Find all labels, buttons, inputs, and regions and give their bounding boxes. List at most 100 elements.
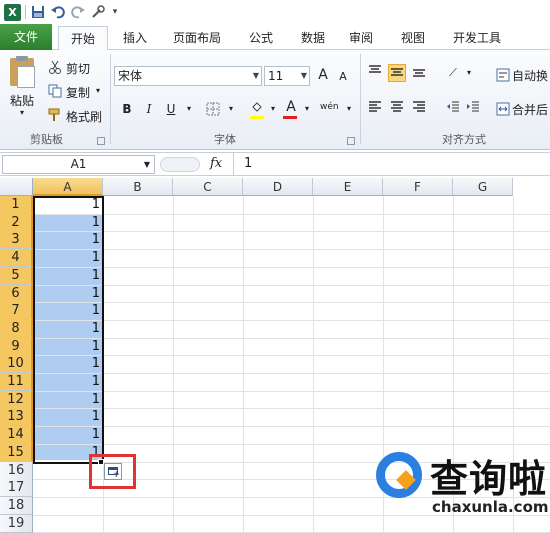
column-header-a[interactable]: A	[33, 178, 103, 196]
row-header-14[interactable]: 14	[0, 426, 33, 444]
row-header-15[interactable]: 15	[0, 444, 33, 462]
font-size-combo[interactable]: 11 ▼	[264, 66, 310, 86]
tab-view[interactable]: 视图	[390, 26, 436, 50]
row-gridline	[33, 214, 550, 215]
font-name-combo[interactable]: 宋体 ▼	[114, 66, 262, 86]
select-all-corner[interactable]	[0, 178, 33, 196]
divider	[233, 153, 234, 176]
row-header-13[interactable]: 13	[0, 408, 33, 426]
paste-icon[interactable]	[8, 56, 38, 88]
paste-button[interactable]: 粘贴	[10, 92, 34, 109]
tab-formulas[interactable]: 公式	[238, 26, 284, 50]
column-header-b[interactable]: B	[103, 178, 173, 196]
align-bottom-icon[interactable]	[410, 64, 428, 82]
merge-center-button[interactable]: 合并后	[512, 101, 548, 118]
tab-home[interactable]: 开始	[58, 26, 108, 51]
tab-developer[interactable]: 开发工具	[446, 26, 508, 50]
row-header-7[interactable]: 7	[0, 302, 33, 320]
name-box[interactable]: A1 ▼	[2, 155, 155, 174]
cut-icon[interactable]	[48, 60, 62, 74]
tab-data[interactable]: 数据	[290, 26, 336, 50]
tab-file[interactable]: 文件	[0, 24, 52, 50]
format-painter-button[interactable]: 格式刷	[66, 108, 102, 125]
phonetic-dropdown-icon[interactable]: ▾	[340, 100, 358, 118]
row-gridline	[33, 320, 550, 321]
row-gridline	[33, 355, 550, 356]
format-painter-icon[interactable]	[48, 108, 62, 122]
row-header-1[interactable]: 1	[0, 196, 33, 214]
row-header-17[interactable]: 17	[0, 479, 33, 497]
row-header-12[interactable]: 12	[0, 391, 33, 409]
font-name-value: 宋体	[118, 69, 143, 83]
row-gridline	[33, 249, 550, 250]
orientation-dropdown-icon[interactable]: ▾	[460, 64, 478, 82]
row-header-3[interactable]: 3	[0, 231, 33, 249]
auto-fill-options-icon[interactable]: +	[104, 463, 122, 480]
align-middle-icon[interactable]	[388, 64, 406, 82]
row-header-8[interactable]: 8	[0, 320, 33, 338]
paste-dropdown-icon[interactable]: ▾	[20, 108, 24, 117]
align-top-icon[interactable]	[366, 64, 384, 82]
formula-bar-expander[interactable]	[160, 157, 200, 172]
row-header-6[interactable]: 6	[0, 285, 33, 303]
underline-button[interactable]: U	[162, 100, 180, 118]
fill-color-icon[interactable]	[250, 100, 264, 114]
shrink-font-button[interactable]: A	[334, 68, 352, 86]
redo-icon[interactable]	[70, 4, 86, 20]
group-separator	[110, 54, 111, 144]
tab-page-layout[interactable]: 页面布局	[164, 26, 230, 50]
row-gridline	[33, 373, 550, 374]
chevron-down-icon[interactable]: ▼	[301, 67, 307, 85]
merge-center-icon[interactable]	[496, 102, 510, 116]
row-header-18[interactable]: 18	[0, 497, 33, 515]
border-icon[interactable]	[206, 102, 220, 116]
save-icon[interactable]	[30, 4, 46, 20]
undo-icon[interactable]	[50, 4, 66, 20]
excel-logo-icon[interactable]: X	[4, 3, 21, 21]
font-launcher-icon[interactable]	[347, 137, 355, 145]
tab-review[interactable]: 审阅	[338, 26, 384, 50]
grow-font-button[interactable]: A	[314, 66, 332, 84]
underline-dropdown-icon[interactable]: ▾	[180, 100, 198, 118]
row-header-10[interactable]: 10	[0, 355, 33, 373]
decrease-indent-icon[interactable]	[444, 100, 462, 118]
copy-button[interactable]: 复制	[66, 84, 90, 101]
row-gridline	[33, 444, 550, 445]
chevron-down-icon[interactable]: ▼	[144, 156, 150, 173]
copy-icon[interactable]	[48, 84, 62, 98]
customize-icon[interactable]: ▾	[110, 4, 120, 20]
formula-input[interactable]: 1	[244, 156, 252, 171]
border-dropdown-icon[interactable]: ▾	[222, 100, 240, 118]
column-header-d[interactable]: D	[243, 178, 313, 196]
align-right-icon[interactable]	[410, 100, 428, 118]
align-center-icon[interactable]	[388, 100, 406, 118]
phonetic-guide-icon[interactable]: wén	[320, 98, 339, 116]
insert-function-icon[interactable]: fx	[210, 156, 222, 171]
bold-button[interactable]: B	[118, 100, 136, 118]
row-header-2[interactable]: 2	[0, 214, 33, 232]
wrap-text-icon[interactable]	[496, 68, 510, 82]
column-header-c[interactable]: C	[173, 178, 243, 196]
row-header-5[interactable]: 5	[0, 267, 33, 285]
copy-dropdown-icon[interactable]: ▾	[96, 86, 100, 95]
row-header-16[interactable]: 16	[0, 462, 33, 480]
cut-button[interactable]: 剪切	[66, 60, 90, 77]
row-header-9[interactable]: 9	[0, 338, 33, 356]
align-left-icon[interactable]	[366, 100, 384, 118]
italic-button[interactable]: I	[140, 100, 158, 118]
chevron-down-icon[interactable]: ▼	[253, 67, 259, 85]
font-color-dropdown-icon[interactable]: ▾	[298, 100, 316, 118]
fill-color-dropdown-icon[interactable]: ▾	[264, 100, 282, 118]
row-header-19[interactable]: 19	[0, 515, 33, 533]
column-header-e[interactable]: E	[313, 178, 383, 196]
column-header-f[interactable]: F	[383, 178, 453, 196]
clipboard-launcher-icon[interactable]	[97, 137, 105, 145]
tab-insert[interactable]: 插入	[112, 26, 158, 50]
tools-icon[interactable]	[90, 4, 106, 20]
row-header-4[interactable]: 4	[0, 249, 33, 267]
row-header-11[interactable]: 11	[0, 373, 33, 391]
increase-indent-icon[interactable]	[464, 100, 482, 118]
ribbon-home: 粘贴 ▾ 剪切 复制 ▾ 格式刷 剪贴板 宋体 ▼ 11 ▼ A A B I U…	[0, 50, 550, 150]
column-header-g[interactable]: G	[453, 178, 513, 196]
wrap-text-button[interactable]: 自动换	[512, 67, 548, 84]
